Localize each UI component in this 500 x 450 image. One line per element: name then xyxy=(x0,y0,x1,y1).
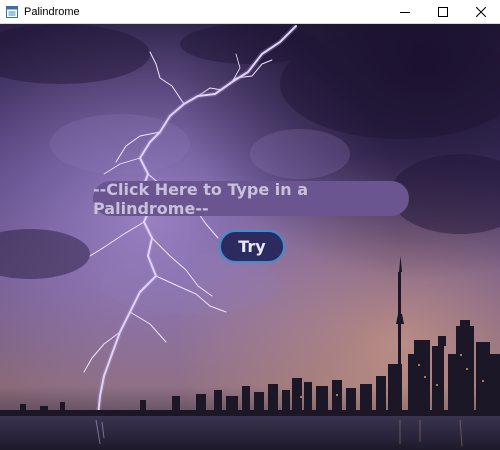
minimize-button[interactable] xyxy=(386,0,424,24)
close-icon xyxy=(476,6,486,17)
try-button[interactable]: Try xyxy=(219,230,285,263)
title-bar: Palindrome xyxy=(0,0,500,24)
palindrome-input[interactable]: --Click Here to Type in a Palindrome-- xyxy=(93,179,409,218)
close-button[interactable] xyxy=(462,0,500,24)
palindrome-input-prompt: --Click Here to Type in a Palindrome-- xyxy=(93,179,309,218)
main-content: --Click Here to Type in a Palindrome-- T… xyxy=(0,24,500,450)
app-window-icon xyxy=(6,5,18,18)
maximize-button[interactable] xyxy=(424,0,462,24)
maximize-icon xyxy=(438,6,448,17)
window-title: Palindrome xyxy=(24,5,80,18)
window-controls xyxy=(386,0,500,24)
minimize-icon xyxy=(400,11,410,13)
app-window: Palindrome --Click Here to Type in a Pal… xyxy=(0,0,500,450)
